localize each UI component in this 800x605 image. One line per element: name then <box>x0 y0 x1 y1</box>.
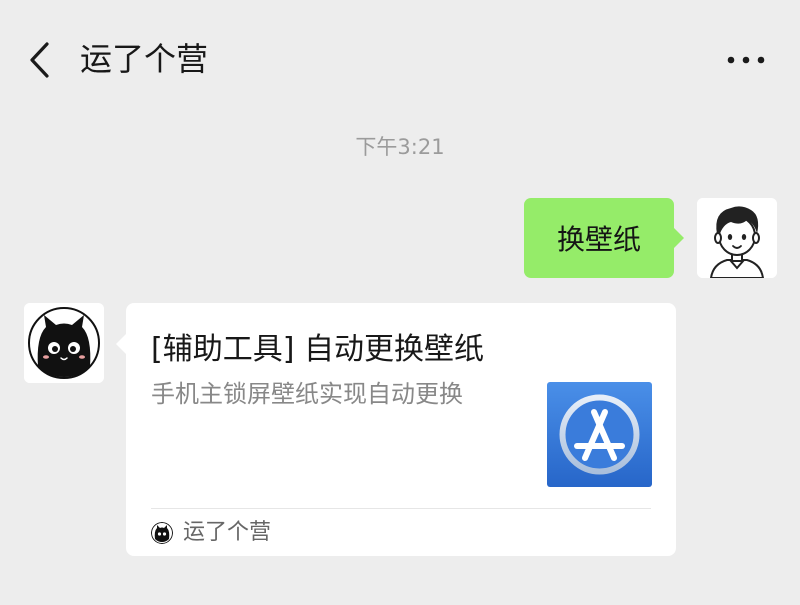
link-card-source: 运了个营 <box>151 517 271 549</box>
link-card-message[interactable]: [辅助工具] 自动更换壁纸 手机主锁屏壁纸实现自动更换 运了个营 <box>116 303 676 556</box>
link-card-title: [辅助工具] 自动更换壁纸 <box>151 332 484 367</box>
link-card-divider <box>151 508 651 509</box>
black-cat-avatar-icon <box>24 303 104 383</box>
chevron-left-icon <box>30 42 49 78</box>
outgoing-message-bubble[interactable]: 换壁纸 <box>524 198 684 278</box>
chat-header: 运了个营 <box>0 0 800 118</box>
link-card-source-name: 运了个营 <box>183 520 272 545</box>
chat-title: 运了个营 <box>80 40 209 78</box>
ellipsis-icon <box>727 56 765 64</box>
self-avatar[interactable] <box>697 198 777 278</box>
link-card-thumbnail <box>547 382 652 487</box>
app-store-icon <box>547 382 652 487</box>
more-button[interactable] <box>722 40 770 80</box>
link-card-description: 手机主锁屏壁纸实现自动更换 <box>151 380 463 408</box>
back-button[interactable] <box>18 36 62 84</box>
message-timestamp: 下午3:21 <box>355 135 445 159</box>
boy-avatar-icon <box>697 198 777 278</box>
peer-avatar[interactable] <box>24 303 104 383</box>
outgoing-message-text: 换壁纸 <box>556 223 641 256</box>
source-cat-icon <box>151 522 173 544</box>
